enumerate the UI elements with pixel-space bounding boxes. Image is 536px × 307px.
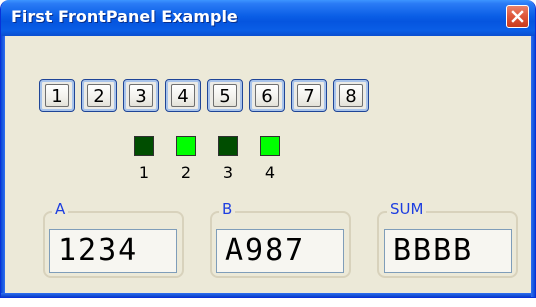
group-sum-label: SUM xyxy=(387,200,427,218)
led-3 xyxy=(218,136,238,156)
button-6-label: 6 xyxy=(255,84,279,107)
close-icon xyxy=(511,10,524,23)
button-8[interactable]: 8 xyxy=(333,79,369,112)
button-8-label: 8 xyxy=(339,84,363,107)
button-1[interactable]: 1 xyxy=(39,79,75,112)
button-5[interactable]: 5 xyxy=(207,79,243,112)
display-sum: BBBB xyxy=(384,229,512,273)
button-6[interactable]: 6 xyxy=(249,79,285,112)
button-4-label: 4 xyxy=(171,84,195,107)
button-7[interactable]: 7 xyxy=(291,79,327,112)
led-1-label: 1 xyxy=(138,163,150,182)
led-3-label: 3 xyxy=(222,163,234,182)
button-3-label: 3 xyxy=(129,84,153,107)
button-7-label: 7 xyxy=(297,84,321,107)
button-1-label: 1 xyxy=(45,84,69,107)
led-2-label: 2 xyxy=(180,163,192,182)
button-4[interactable]: 4 xyxy=(165,79,201,112)
group-b-label: B xyxy=(219,200,236,218)
close-button[interactable] xyxy=(506,5,529,28)
led-4 xyxy=(260,136,280,156)
title-bar[interactable]: First FrontPanel Example xyxy=(1,0,535,36)
button-2-label: 2 xyxy=(87,84,111,107)
button-5-label: 5 xyxy=(213,84,237,107)
window-bottom-border xyxy=(1,293,535,297)
led-1 xyxy=(134,136,154,156)
display-b: A987 xyxy=(216,229,344,273)
display-a: 1234 xyxy=(49,229,177,273)
app-window: First FrontPanel Example 1 2 3 4 5 6 7 8… xyxy=(0,0,536,298)
button-3[interactable]: 3 xyxy=(123,79,159,112)
window-title: First FrontPanel Example xyxy=(11,7,238,26)
button-2[interactable]: 2 xyxy=(81,79,117,112)
led-2 xyxy=(176,136,196,156)
led-4-label: 4 xyxy=(264,163,276,182)
group-a-label: A xyxy=(52,200,69,218)
